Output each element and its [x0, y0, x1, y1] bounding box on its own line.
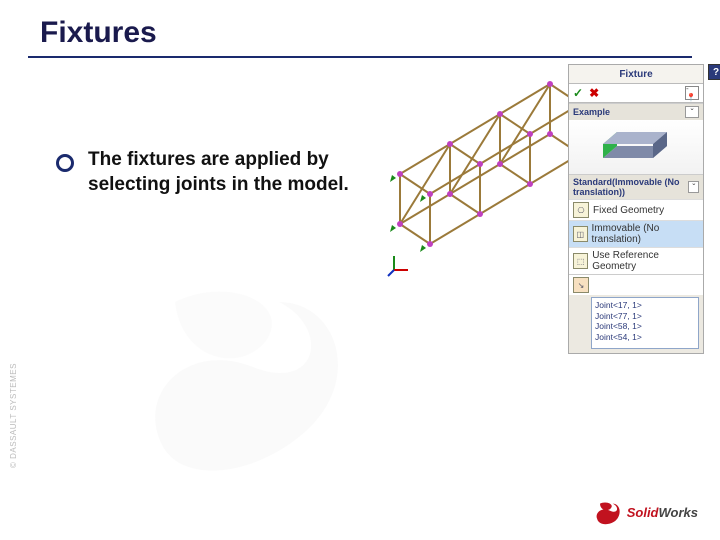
- standard-header[interactable]: Standard(Immovable (No translation)) ˇ: [569, 175, 703, 199]
- chevron-down-icon[interactable]: ˇ: [685, 106, 699, 118]
- help-button[interactable]: ?: [708, 64, 720, 80]
- selection-row: ↘: [569, 274, 703, 295]
- example-section: Example ˇ: [569, 103, 703, 174]
- logo-solid: Solid: [627, 505, 659, 520]
- type-label: Use Reference Geometry: [592, 250, 699, 272]
- list-item[interactable]: Joint<77, 1>: [595, 311, 695, 322]
- pin-button[interactable]: -📍: [685, 86, 699, 100]
- type-label: Immovable (No translation): [592, 223, 699, 245]
- origin-triad-icon: [386, 252, 412, 282]
- model-viewport[interactable]: [380, 64, 590, 264]
- bullet-icon: [56, 154, 74, 172]
- list-item[interactable]: Joint<58, 1>: [595, 321, 695, 332]
- bullet-text: The fixtures are applied by selecting jo…: [88, 148, 388, 197]
- page-title: Fixtures: [40, 16, 157, 50]
- ok-button[interactable]: ✓: [573, 86, 583, 100]
- example-header[interactable]: Example ˇ: [569, 104, 703, 120]
- fixture-panel: Fixture ✓ ✖ -📍 Example ˇ Sta: [568, 64, 704, 354]
- selection-list[interactable]: Joint<17, 1> Joint<77, 1> Joint<58, 1> J…: [591, 297, 699, 349]
- solidworks-logo: SolidWorks: [593, 498, 698, 526]
- example-label: Example: [573, 107, 610, 117]
- panel-action-bar: ✓ ✖ -📍: [569, 84, 703, 103]
- list-item[interactable]: Joint<54, 1>: [595, 332, 695, 343]
- immovable-icon: ◫: [573, 226, 588, 242]
- example-preview: [569, 120, 703, 174]
- chevron-down-icon[interactable]: ˇ: [688, 181, 699, 193]
- standard-section: Standard(Immovable (No translation)) ˇ ⎔…: [569, 174, 703, 349]
- ds-watermark: [60, 250, 420, 510]
- logo-text: SolidWorks: [627, 505, 698, 520]
- standard-label: Standard(Immovable (No translation)): [573, 177, 688, 197]
- bullet-item: The fixtures are applied by selecting jo…: [56, 148, 388, 197]
- type-fixed-geometry[interactable]: ⎔ Fixed Geometry: [569, 199, 703, 220]
- panel-title: Fixture: [619, 69, 652, 80]
- cancel-button[interactable]: ✖: [589, 86, 599, 100]
- list-item[interactable]: Joint<17, 1>: [595, 300, 695, 311]
- type-reference-geometry[interactable]: ⬚ Use Reference Geometry: [569, 247, 703, 274]
- pin-icon: -📍: [686, 84, 698, 102]
- ds-swoosh-icon: [593, 498, 621, 526]
- reference-geometry-icon: ⬚: [573, 253, 588, 269]
- fixed-geometry-icon: ⎔: [573, 202, 589, 218]
- type-label: Fixed Geometry: [593, 205, 664, 216]
- panel-header: Fixture: [569, 65, 703, 84]
- logo-works: Works: [659, 505, 699, 520]
- selection-icon: ↘: [573, 277, 589, 293]
- title-rule: [28, 56, 692, 58]
- type-immovable[interactable]: ◫ Immovable (No translation): [569, 220, 703, 247]
- copyright-text: © DASSAULT SYSTEMES: [9, 363, 18, 468]
